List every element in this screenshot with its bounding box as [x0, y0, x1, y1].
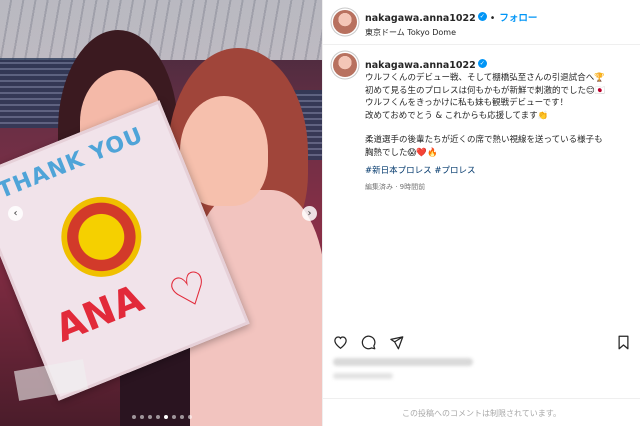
avatar[interactable]	[333, 10, 357, 34]
action-bar	[333, 334, 630, 350]
chevron-right-icon: ›	[307, 207, 312, 219]
lion-emblem	[49, 184, 154, 289]
carousel-dot	[179, 415, 184, 419]
comment-icon	[361, 335, 376, 349]
carousel-next-button[interactable]: ›	[302, 206, 317, 221]
caption-line: ウルフくんをきっかけに私も妹も観戦デビューです！	[365, 98, 569, 108]
verified-badge-icon: ✓	[477, 59, 487, 68]
share-button[interactable]	[389, 335, 404, 350]
caption-line: ウルフくんのデビュー戦、そして棚橋弘至さんの引退試合へ🏆	[365, 73, 605, 83]
carousel-dot	[131, 415, 136, 419]
sign-text-top: THANK YOU	[0, 123, 147, 204]
carousel-dots	[0, 415, 322, 419]
save-button[interactable]	[617, 335, 630, 350]
carousel-prev-button[interactable]: ‹	[8, 206, 23, 221]
carousel-dot	[171, 415, 176, 419]
carousel-dot	[139, 415, 144, 419]
carousel-dot	[187, 415, 192, 419]
follow-button[interactable]: フォロー	[499, 13, 537, 24]
comments-disabled-notice: この投稿へのコメントは制限されています。	[323, 398, 640, 427]
caption-line: 初めて見る生のプロレスは何もかもが新鮮で刺激的でした😊🇯🇵	[365, 85, 606, 96]
caption-section: nakagawa.anna1022 ✓ ウルフくんのデビュー戦、そして棚橋弘至さん…	[323, 45, 640, 192]
caption-username[interactable]: nakagawa.anna1022	[365, 60, 476, 71]
carousel-dot	[155, 415, 160, 419]
blurred-date	[333, 373, 393, 379]
hashtags[interactable]: #新日本プロレス #プロレス	[365, 165, 630, 178]
chevron-left-icon: ‹	[13, 207, 18, 219]
separator-dot: •	[489, 13, 496, 25]
like-button[interactable]	[333, 335, 348, 349]
post-meta: 編集済み · 9時間前	[365, 182, 426, 191]
share-icon	[390, 335, 404, 349]
caption-line: 改めておめでとう & これからも応援してます👏	[365, 110, 549, 121]
heart-icon	[334, 336, 347, 349]
blurred-region	[13, 359, 89, 401]
sign-text-bottom: ANA	[48, 275, 150, 351]
post-header: nakagawa.anna1022 ✓ • フォロー 東京ドーム Tokyo Dome	[323, 0, 640, 45]
post-sidebar: nakagawa.anna1022 ✓ • フォロー 東京ドーム Tokyo Dome…	[322, 0, 640, 426]
verified-badge-icon: ✓	[477, 12, 487, 22]
caption-line: 胸熱でした😱❤️🔥	[365, 147, 438, 158]
carousel-dot	[163, 415, 168, 419]
dome-roof	[0, 0, 322, 60]
username-link[interactable]: nakagawa.anna1022	[365, 13, 476, 24]
carousel-dot	[147, 415, 152, 419]
sign-heart: ♡	[162, 260, 218, 323]
location-link[interactable]: 東京ドーム Tokyo Dome	[365, 28, 537, 37]
post-photo[interactable]: THANK YOU ANA ♡ ‹ ›	[0, 0, 322, 426]
blurred-likes	[333, 358, 473, 366]
comment-button[interactable]	[361, 335, 376, 350]
caption-avatar[interactable]	[333, 53, 357, 77]
bookmark-icon	[618, 335, 629, 349]
caption-line: 柔道選手の後輩たちが近くの席で熱い視線を送っている様子も	[365, 135, 603, 145]
